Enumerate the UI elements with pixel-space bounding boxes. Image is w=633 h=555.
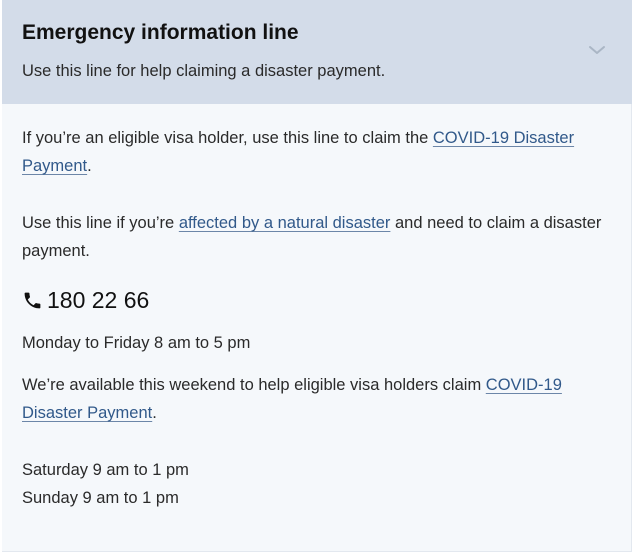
saturday-hours: Saturday 9 am to 1 pm [22, 461, 189, 479]
paragraph-text: We’re available this weekend to help eli… [22, 376, 486, 394]
paragraph-text: If you’re an eligible visa holder, use t… [22, 129, 433, 147]
natural-disaster-paragraph: Use this line if you’re affected by a na… [22, 209, 612, 265]
visa-holder-paragraph: If you’re an eligible visa holder, use t… [22, 124, 612, 180]
phone-number-row[interactable]: 180 22 66 [22, 285, 612, 315]
paragraph-text: . [87, 157, 92, 175]
phone-icon [24, 292, 41, 308]
accordion-subtitle: Use this line for help claiming a disast… [22, 62, 386, 80]
accordion-header[interactable]: Emergency information line Use this line… [2, 0, 632, 104]
paragraph-text: Use this line if you’re [22, 214, 179, 232]
weekday-hours: Monday to Friday 8 am to 5 pm [22, 334, 251, 352]
phone-number: 180 22 66 [47, 287, 150, 313]
accordion-content: If you’re an eligible visa holder, use t… [22, 124, 612, 512]
paragraph-text: . [152, 404, 157, 422]
weekend-availability-paragraph: We’re available this weekend to help eli… [22, 371, 612, 427]
sunday-hours: Sunday 9 am to 1 pm [22, 489, 179, 507]
emergency-info-accordion: Emergency information line Use this line… [2, 0, 632, 552]
accordion-title: Emergency information line [22, 21, 299, 44]
natural-disaster-link[interactable]: affected by a natural disaster [179, 214, 391, 232]
chevron-down-icon[interactable] [588, 44, 606, 56]
